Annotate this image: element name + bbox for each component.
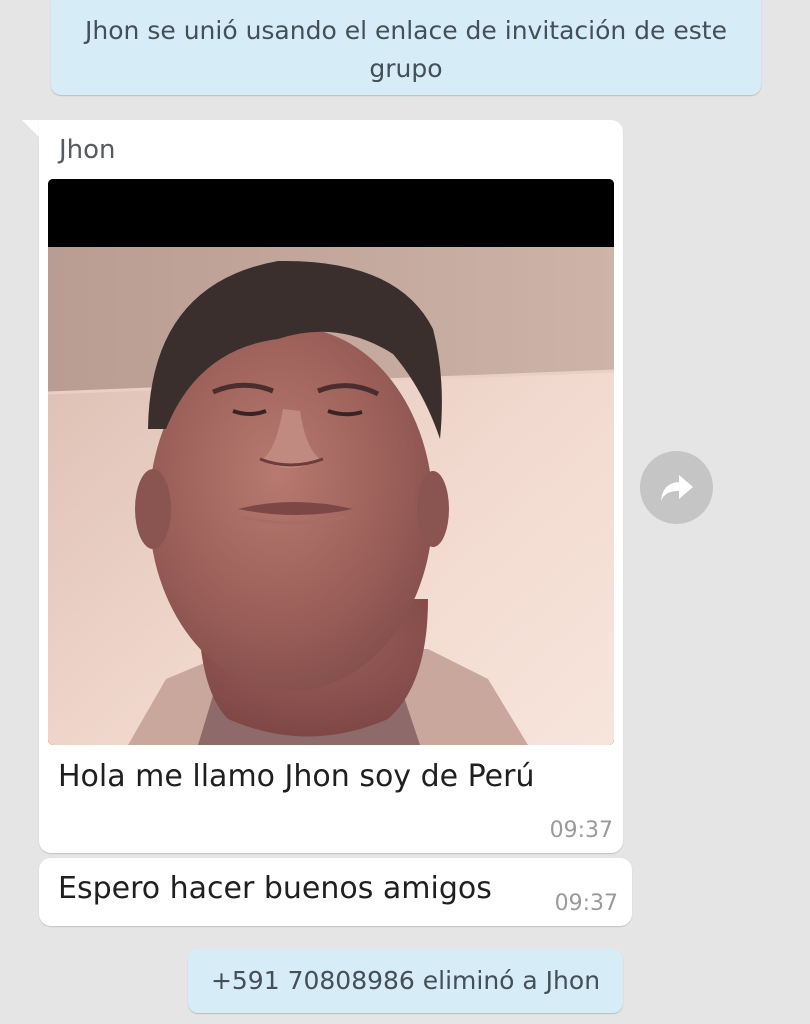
forward-arrow-icon [660, 474, 693, 501]
system-notice-removed-text: +591 70808986 eliminó a Jhon [210, 966, 601, 995]
photo-image [48, 179, 614, 745]
message-timestamp: 09:37 [554, 891, 618, 916]
message-text: Espero hacer buenos amigos [58, 871, 492, 906]
photo-caption: Hola me llamo Jhon soy de Perú [58, 759, 535, 794]
system-notice-join-text: Jhon se unió usando el enlace de invitac… [85, 16, 727, 83]
message-photo[interactable] [48, 179, 614, 745]
sender-name[interactable]: Jhon [59, 135, 116, 165]
forward-button[interactable] [640, 451, 713, 524]
bubble-tail [22, 120, 40, 138]
text-message-bubble[interactable]: Espero hacer buenos amigos 09:37 [39, 858, 632, 926]
system-notice-removed: +591 70808986 eliminó a Jhon [188, 949, 623, 1013]
photo-message-bubble[interactable]: Jhon Hola me llamo Jhon soy de Perú 09:3… [39, 120, 623, 853]
system-notice-join: Jhon se unió usando el enlace de invitac… [51, 0, 761, 95]
message-timestamp: 09:37 [549, 818, 613, 843]
